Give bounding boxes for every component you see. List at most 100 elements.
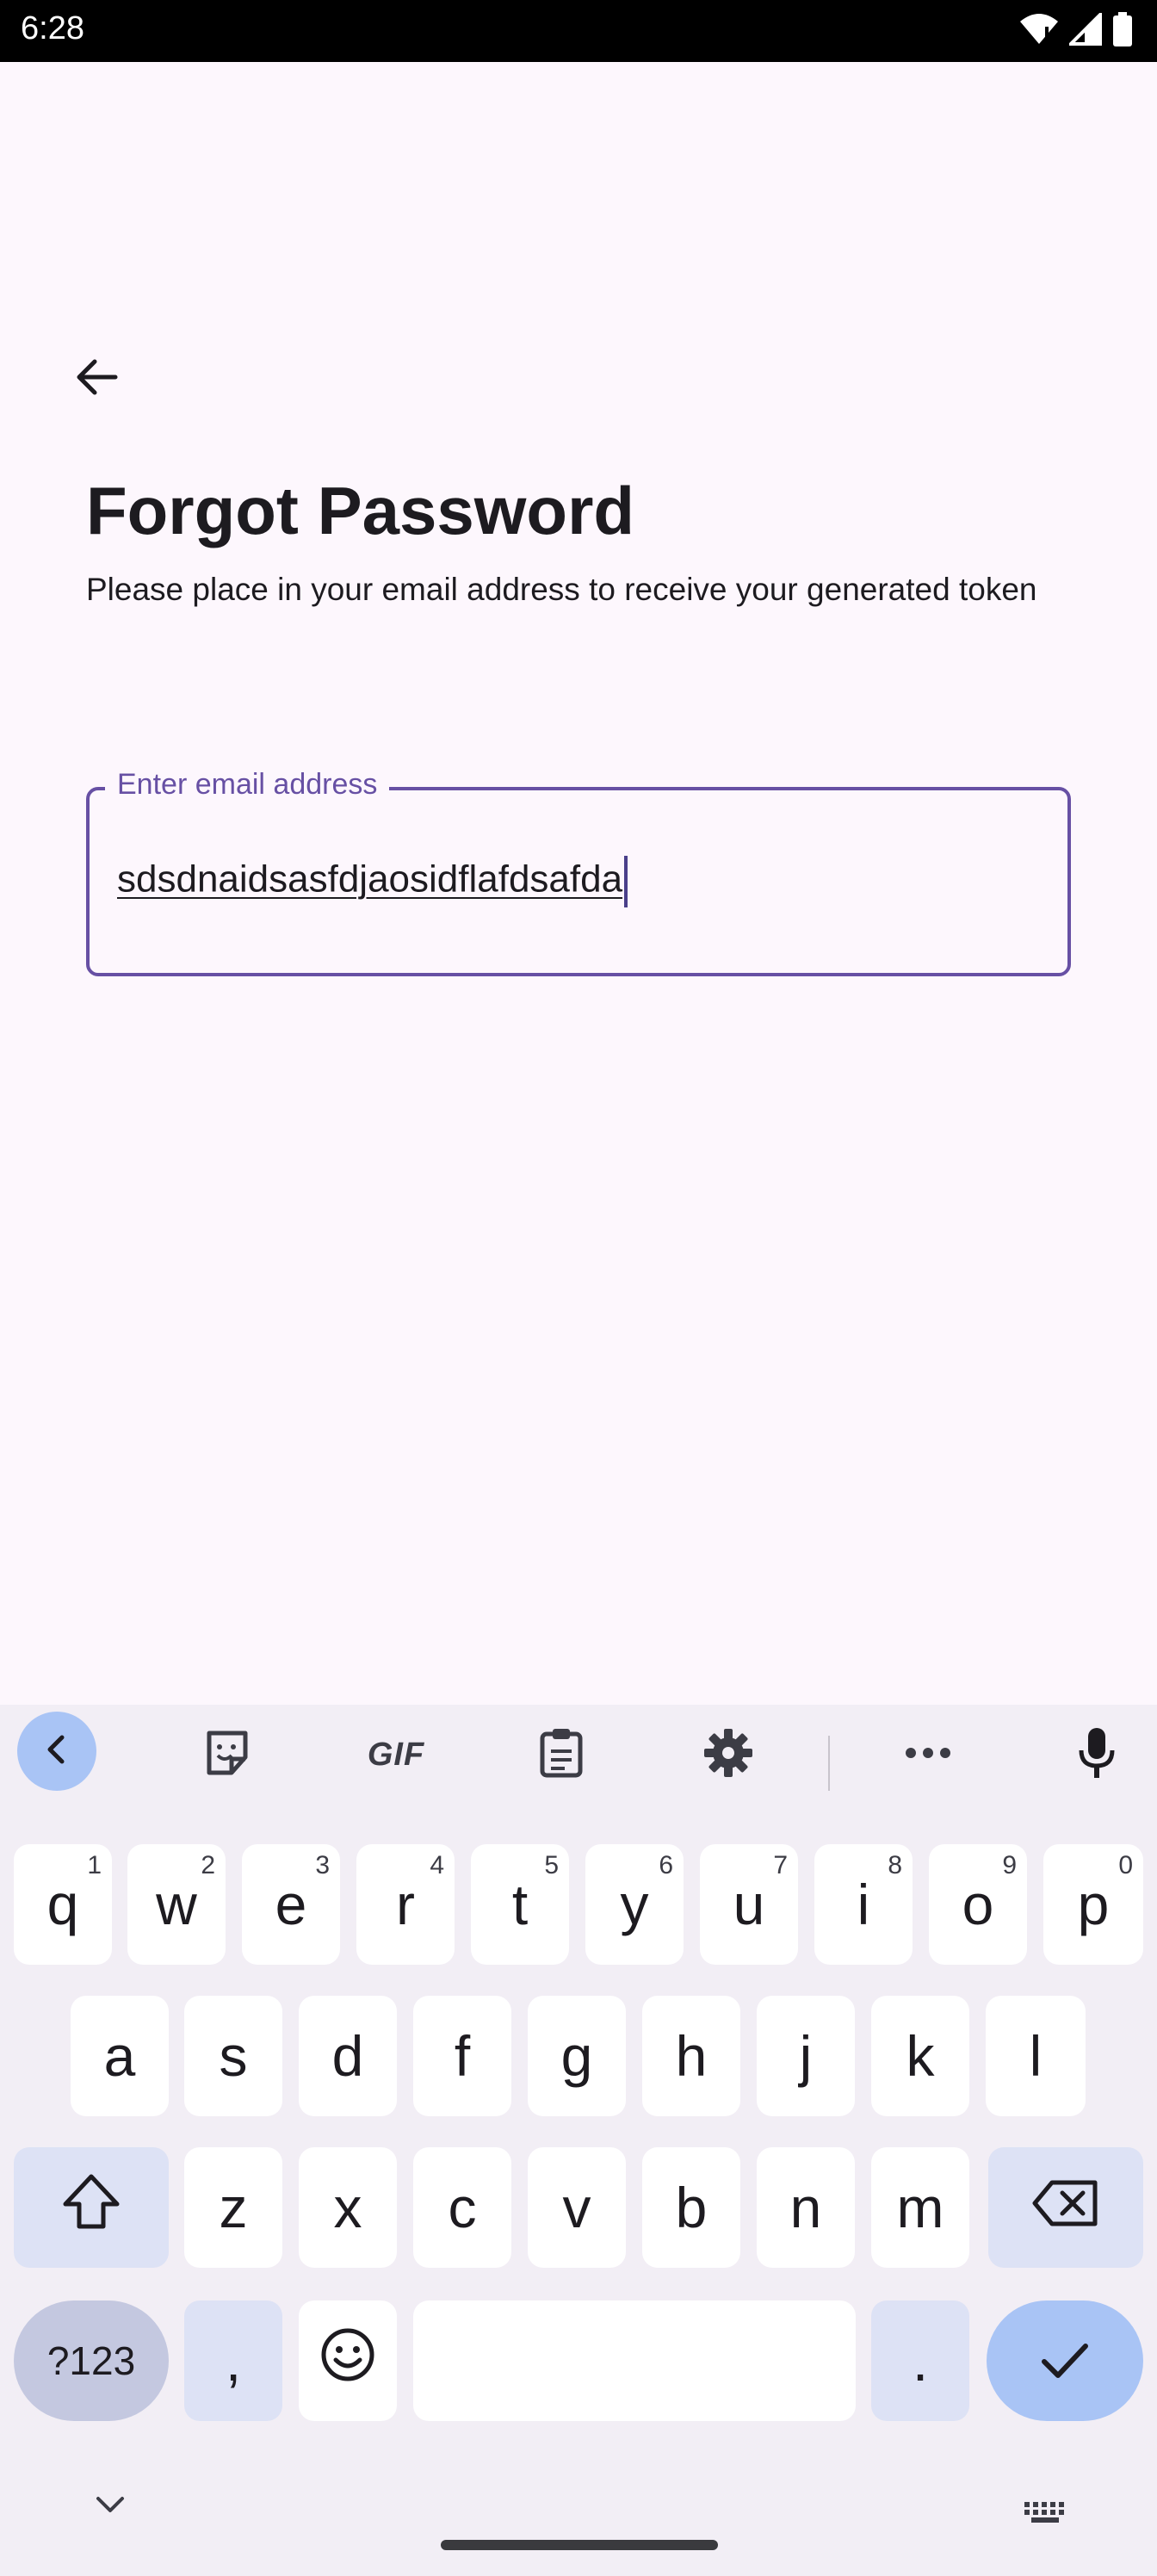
back-button[interactable]	[60, 343, 133, 415]
key-f[interactable]: f	[413, 1996, 511, 2116]
toolbar-divider	[828, 1736, 830, 1791]
shift-icon	[60, 2173, 122, 2243]
key-v-label: v	[562, 2176, 591, 2239]
period-key[interactable]: .	[871, 2300, 969, 2421]
key-f-label: f	[454, 2024, 471, 2088]
key-k-label: k	[906, 2024, 935, 2088]
space-key[interactable]	[413, 2300, 856, 2421]
gif-label: GIF	[367, 1736, 425, 1773]
key-r-label: r	[396, 1873, 415, 1936]
email-field-value[interactable]: sdsdnaidsasfdjaosidflafdsafda	[117, 856, 628, 907]
key-s-label: s	[219, 2024, 248, 2088]
settings-button[interactable]	[687, 1713, 770, 1796]
key-r[interactable]: r4	[356, 1844, 455, 1965]
keyboard-toolbar: GIF	[0, 1705, 1157, 1825]
key-k[interactable]: k	[871, 1996, 969, 2116]
key-a[interactable]: a	[71, 1996, 169, 2116]
key-t[interactable]: t5	[471, 1844, 569, 1965]
key-u-label: u	[733, 1873, 765, 1936]
key-p[interactable]: p0	[1043, 1844, 1143, 1965]
status-bar: 6:28	[0, 0, 1157, 62]
key-j[interactable]: j	[757, 1996, 855, 2116]
key-c-label: c	[448, 2176, 477, 2239]
key-d-label: d	[331, 2024, 364, 2088]
key-y-hint: 6	[659, 1851, 673, 1879]
comma-key[interactable]: ,	[184, 2300, 282, 2421]
emoji-icon	[320, 2327, 375, 2395]
key-q[interactable]: q1	[14, 1844, 112, 1965]
key-n[interactable]: n	[757, 2147, 855, 2268]
key-o[interactable]: o9	[929, 1844, 1027, 1965]
email-field-text: sdsdnaidsasfdjaosidflafdsafda	[117, 858, 623, 901]
battery-icon	[1112, 12, 1133, 51]
microphone-icon	[1076, 1726, 1117, 1784]
sticker-button[interactable]	[186, 1713, 269, 1796]
text-cursor	[624, 856, 628, 907]
more-horizontal-icon	[904, 1746, 952, 1764]
symbols-key-label: ?123	[46, 2338, 136, 2383]
key-e-hint: 3	[315, 1851, 330, 1879]
key-p-hint: 0	[1118, 1851, 1133, 1879]
key-q-hint: 1	[87, 1851, 102, 1879]
key-w-hint: 2	[201, 1851, 215, 1879]
clipboard-button[interactable]	[520, 1713, 603, 1796]
key-u[interactable]: u7	[700, 1844, 798, 1965]
key-h-label: h	[675, 2024, 708, 2088]
key-l-label: l	[1029, 2024, 1043, 2088]
voice-input-button[interactable]	[1055, 1713, 1138, 1796]
key-o-label: o	[962, 1873, 994, 1936]
key-e[interactable]: e3	[242, 1844, 340, 1965]
shift-key[interactable]	[14, 2147, 169, 2268]
key-z-label: z	[219, 2176, 248, 2239]
emoji-key[interactable]	[299, 2300, 397, 2421]
key-s[interactable]: s	[184, 1996, 282, 2116]
backspace-icon	[1031, 2175, 1100, 2240]
gear-icon	[702, 1727, 754, 1783]
key-h[interactable]: h	[642, 1996, 740, 2116]
chevron-down-icon	[93, 2497, 127, 2519]
page-title: Forgot Password	[86, 473, 635, 548]
keyboard-switcher-button[interactable]	[1023, 2500, 1067, 2529]
key-x[interactable]: x	[299, 2147, 397, 2268]
hide-keyboard-button[interactable]	[93, 2493, 127, 2520]
key-b[interactable]: b	[642, 2147, 740, 2268]
key-i[interactable]: i8	[814, 1844, 913, 1965]
key-m[interactable]: m	[871, 2147, 969, 2268]
keyboard-icon	[1023, 2502, 1067, 2528]
key-y[interactable]: y6	[585, 1844, 684, 1965]
comma-key-label: ,	[225, 2329, 242, 2393]
key-n-label: n	[789, 2176, 822, 2239]
key-t-label: t	[511, 1873, 529, 1936]
key-e-label: e	[275, 1873, 307, 1936]
key-z[interactable]: z	[184, 2147, 282, 2268]
symbols-key[interactable]: ?123	[14, 2300, 169, 2421]
wifi-icon	[1019, 13, 1059, 50]
keyboard: GIF q1 w2 e3 r4 t5 y6 u7 i8 o9 p 0 a s d…	[0, 1705, 1157, 2576]
key-c[interactable]: c	[413, 2147, 511, 2268]
enter-key[interactable]	[987, 2300, 1143, 2421]
checkmark-icon	[1039, 2328, 1091, 2393]
key-q-label: q	[46, 1873, 79, 1936]
key-m-label: m	[896, 2176, 944, 2239]
period-key-label: .	[912, 2329, 929, 2393]
home-indicator[interactable]	[441, 2540, 718, 2550]
keyboard-toolbar-back-button[interactable]	[17, 1712, 96, 1791]
key-g-label: g	[560, 2024, 593, 2088]
more-options-button[interactable]	[887, 1713, 969, 1796]
clipboard-icon	[537, 1727, 585, 1783]
key-v[interactable]: v	[528, 2147, 626, 2268]
arrow-back-icon	[72, 353, 121, 406]
sticker-icon	[202, 1728, 252, 1782]
key-p-label: p	[1077, 1873, 1110, 1936]
page-subtitle: Please place in your email address to re…	[86, 572, 1037, 607]
key-w[interactable]: w2	[127, 1844, 226, 1965]
key-g[interactable]: g	[528, 1996, 626, 2116]
backspace-key[interactable]	[988, 2147, 1143, 2268]
key-w-label: w	[156, 1873, 197, 1936]
key-l[interactable]: l	[986, 1996, 1086, 2116]
chevron-left-icon	[40, 1732, 74, 1771]
gif-button[interactable]: GIF	[353, 1713, 439, 1796]
key-r-hint: 4	[430, 1851, 444, 1879]
key-d[interactable]: d	[299, 1996, 397, 2116]
status-time: 6:28	[21, 10, 84, 46]
